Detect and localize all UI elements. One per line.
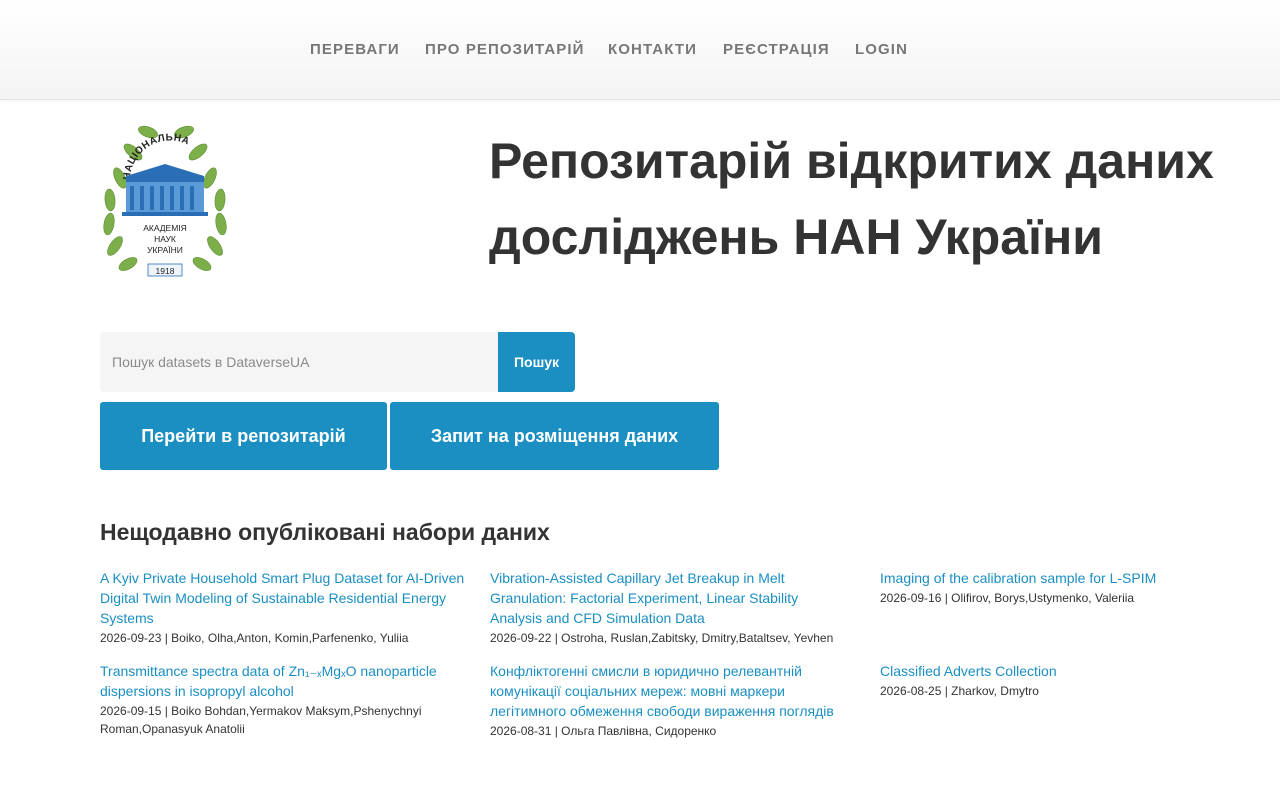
dataset-title-link[interactable]: Vibration-Assisted Capillary Jet Breakup…	[490, 568, 820, 628]
svg-text:УКРАЇНИ: УКРАЇНИ	[147, 245, 183, 255]
dataset-item: Vibration-Assisted Capillary Jet Breakup…	[490, 568, 860, 647]
request-data-placement-button[interactable]: Запит на розміщення даних	[390, 402, 719, 470]
svg-text:АКАДЕМІЯ: АКАДЕМІЯ	[143, 223, 187, 233]
top-navbar: ПЕРЕВАГИ ПРО РЕПОЗИТАРІЙ КОНТАКТИ РЕЄСТР…	[0, 0, 1280, 100]
nav-item-perevagy[interactable]: ПЕРЕВАГИ	[310, 41, 400, 58]
dataset-item: Classified Adverts Collection 2026-08-25…	[880, 661, 1250, 700]
academy-logo[interactable]: НАЦІОНАЛЬНА АКАДЕМІЯ НАУК УКРАЇНИ 1918	[100, 118, 230, 284]
dataset-item: A Kyiv Private Household Smart Plug Data…	[100, 568, 470, 647]
svg-text:НАУК: НАУК	[154, 234, 176, 244]
dataset-item: Transmittance spectra data of Zn₁₋ₓMgₓO …	[100, 661, 440, 738]
dataset-title-link[interactable]: Конфліктогенні смисли в юридично релеван…	[490, 661, 840, 721]
nav-item-registration[interactable]: РЕЄСТРАЦІЯ	[723, 41, 830, 58]
recent-datasets-heading: Нещодавно опубліковані набори даних	[100, 519, 550, 545]
dataset-item: Imaging of the calibration sample for L-…	[880, 568, 1250, 607]
dataset-title-link[interactable]: Classified Adverts Collection	[880, 661, 1250, 681]
nav-item-contacts[interactable]: КОНТАКТИ	[608, 41, 697, 58]
page-title-line-1: Репозитарій відкритих даних	[489, 133, 1214, 189]
search-input[interactable]	[100, 332, 498, 392]
dataset-title-link[interactable]: Transmittance spectra data of Zn₁₋ₓMgₓO …	[100, 661, 440, 701]
search-button[interactable]: Пошук	[498, 332, 575, 392]
dataset-meta: 2026-09-15 | Boiko Bohdan,Yermakov Maksy…	[100, 704, 422, 736]
nav-item-about-repository[interactable]: ПРО РЕПОЗИТАРІЙ	[425, 41, 585, 58]
dataset-meta: 2026-09-16 | Olifirov, Borys,Ustymenko, …	[880, 591, 1135, 605]
dataset-meta: 2026-08-25 | Zharkov, Dmytro	[880, 684, 1039, 698]
svg-text:1918: 1918	[156, 266, 175, 276]
nav-item-login[interactable]: LOGIN	[855, 41, 908, 58]
dataset-meta: 2026-09-22 | Ostroha, Ruslan,Zabitsky, D…	[490, 631, 834, 645]
dataset-title-link[interactable]: Imaging of the calibration sample for L-…	[880, 568, 1250, 588]
dataset-title-link[interactable]: A Kyiv Private Household Smart Plug Data…	[100, 568, 470, 628]
dataset-meta: 2026-08-31 | Ольга Павлівна, Сидоренко	[490, 724, 717, 738]
dataset-meta: 2026-09-23 | Boiko, Olha,Anton, Komin,Pa…	[100, 631, 409, 645]
page-title-line-2: досліджень НАН України	[489, 209, 1104, 265]
dataset-item: Конфліктогенні смисли в юридично релеван…	[490, 661, 840, 740]
page-title: Репозитарій відкритих даних досліджень Н…	[489, 123, 1259, 275]
go-to-repository-button[interactable]: Перейти в репозитарій	[100, 402, 387, 470]
